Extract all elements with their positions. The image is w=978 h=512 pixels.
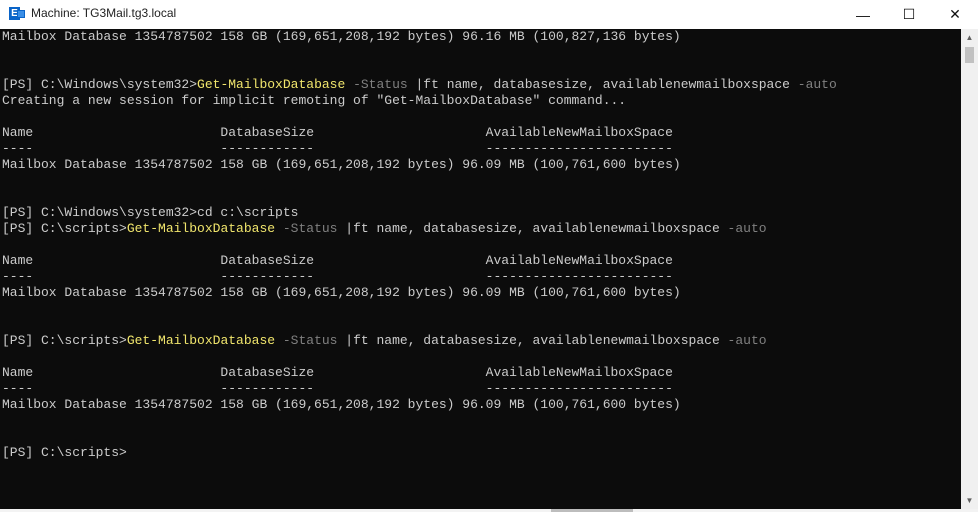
maximize-icon: ☐ (902, 6, 916, 22)
command-parameter: -auto (797, 77, 837, 92)
prompt-text: [PS] C:\Windows\system32> (2, 77, 198, 92)
minimize-button[interactable]: — (840, 0, 886, 29)
command-parameter: -auto (727, 221, 767, 236)
command-arguments: |ft name, databasesize, availablenewmail… (345, 333, 728, 348)
terminal-line: [PS] C:\scripts>Get-MailboxDatabase -Sta… (2, 333, 767, 349)
terminal-line: [PS] C:\scripts>Get-MailboxDatabase -Sta… (2, 221, 767, 237)
terminal-line: Mailbox Database 1354787502 158 GB (169,… (2, 29, 681, 44)
scrollbar-thumb[interactable] (965, 47, 974, 63)
window-title: Machine: TG3Mail.tg3.local (31, 6, 177, 20)
prompt-text: [PS] C:\scripts> (2, 221, 127, 236)
prompt-text: [PS] C:\scripts> (2, 333, 127, 348)
title-bar: E Machine: TG3Mail.tg3.local — ☐ ✕ (0, 0, 978, 29)
close-icon: ✕ (949, 6, 961, 22)
command-arguments: |ft name, databasesize, availablenewmail… (345, 221, 728, 236)
terminal-line: Creating a new session for implicit remo… (2, 93, 627, 108)
terminal-line: Name DatabaseSize AvailableNewMailboxSpa… (2, 253, 673, 268)
terminal-line: ---- ------------ ----------------------… (2, 141, 673, 156)
terminal-line: [PS] C:\Windows\system32>cd c:\scripts (2, 205, 299, 220)
terminal-line: Mailbox Database 1354787502 158 GB (169,… (2, 157, 681, 172)
terminal-line: ---- ------------ ----------------------… (2, 381, 673, 396)
minimize-icon: — (856, 6, 870, 23)
command-parameter: -Status (275, 333, 346, 348)
vertical-scrollbar[interactable]: ▲ ▼ (961, 29, 978, 509)
exchange-shell-app-icon: E (9, 6, 25, 22)
command-parameter: -Status (275, 221, 346, 236)
terminal-line: [PS] C:\Windows\system32>Get-MailboxData… (2, 77, 837, 93)
maximize-button[interactable]: ☐ (886, 0, 932, 29)
command-name: Get-MailboxDatabase (126, 221, 276, 236)
scroll-up-arrow-icon[interactable]: ▲ (961, 29, 978, 46)
command-name: Get-MailboxDatabase (197, 77, 346, 92)
terminal-line: Name DatabaseSize AvailableNewMailboxSpa… (2, 365, 673, 380)
scroll-down-arrow-icon[interactable]: ▼ (961, 492, 978, 509)
terminal-line: Mailbox Database 1354787502 158 GB (169,… (2, 397, 681, 412)
close-button[interactable]: ✕ (932, 0, 978, 29)
command-parameter: -Status (345, 77, 416, 92)
terminal-line: Name DatabaseSize AvailableNewMailboxSpa… (2, 125, 673, 140)
terminal-line: [PS] C:\scripts> (2, 445, 127, 460)
terminal-line: ---- ------------ ----------------------… (2, 269, 673, 284)
terminal-line: Mailbox Database 1354787502 158 GB (169,… (2, 285, 681, 300)
command-arguments: |ft name, databasesize, availablenewmail… (415, 77, 798, 92)
terminal-output[interactable]: Mailbox Database 1354787502 158 GB (169,… (0, 29, 961, 509)
command-parameter: -auto (727, 333, 767, 348)
command-name: Get-MailboxDatabase (126, 333, 276, 348)
